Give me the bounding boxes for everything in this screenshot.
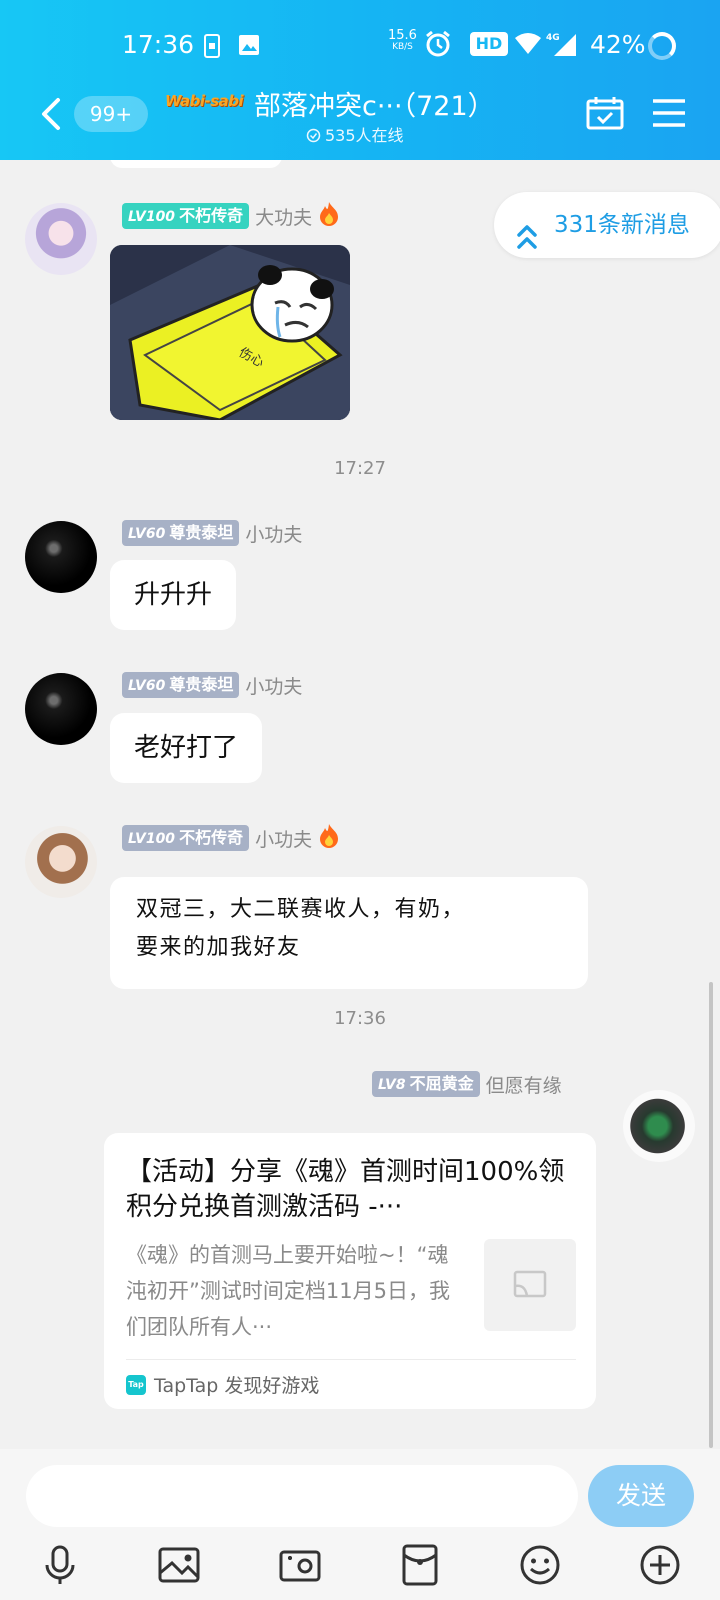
sender-meta: LV60 尊贵泰坦 小功夫	[122, 672, 302, 698]
level-badge: LV100 不朽传奇	[122, 825, 250, 851]
camera-icon[interactable]	[278, 1543, 322, 1587]
net-speed: 15.6 KB/S	[388, 28, 417, 52]
card-description: 《魂》的首测马上要开始啦~！“魂沌初开”测试时间定档11月5日，我们团队所有人·…	[126, 1243, 450, 1339]
level-badge: LV8 不屈黄金	[372, 1071, 480, 1097]
avatar[interactable]	[25, 521, 97, 593]
header: 17:36 15.6 KB/S HD 4G 42% 99+ Wabi-sabi …	[0, 0, 720, 160]
sender-nickname[interactable]: 小功夫	[255, 825, 312, 852]
card-source: Tap TapTap 发现好游戏	[126, 1371, 319, 1398]
message-bubble[interactable]: 老好打了	[110, 713, 263, 783]
message-input[interactable]	[26, 1465, 578, 1527]
status-time: 17:36	[122, 30, 195, 59]
back-icon[interactable]	[38, 96, 64, 132]
taptap-logo: Tap	[126, 1374, 146, 1395]
gallery-icon	[238, 34, 260, 60]
unread-count-badge[interactable]: 99+	[74, 96, 148, 132]
alarm-icon	[424, 30, 452, 62]
divider	[126, 1359, 576, 1360]
hd-badge: HD	[470, 32, 508, 56]
sender-nickname[interactable]: 但愿有缘	[486, 1071, 562, 1098]
new-messages-button[interactable]: 331条新消息	[494, 192, 720, 258]
avatar[interactable]	[25, 203, 97, 275]
wifi-icon	[514, 32, 542, 60]
sender-nickname[interactable]: 小功夫	[245, 672, 302, 699]
plus-icon[interactable]	[638, 1543, 682, 1587]
card-title: 【活动】分享《魂》首测时间100%领积分兑换首测激活码 -···	[126, 1157, 565, 1222]
red-packet-icon[interactable]	[398, 1543, 442, 1587]
image-icon[interactable]	[157, 1543, 201, 1587]
avatar[interactable]	[623, 1090, 695, 1162]
timestamp: 17:36	[334, 1008, 386, 1029]
online-count: 535人在线	[306, 122, 404, 147]
card-thumbnail	[484, 1239, 576, 1331]
sim-icon	[204, 34, 220, 62]
level-badge: LV60 尊贵泰坦	[122, 520, 240, 546]
level-badge: LV60 尊贵泰坦	[122, 672, 240, 698]
timestamp: 17:27	[334, 458, 386, 479]
sender-meta: LV8 不屈黄金 但愿有缘	[372, 1071, 562, 1097]
send-button[interactable]: 发送	[588, 1465, 694, 1527]
avatar[interactable]	[25, 826, 97, 898]
battery-percent: 42%	[590, 30, 646, 59]
sender-meta: LV60 尊贵泰坦 小功夫	[122, 520, 302, 546]
mic-icon[interactable]	[38, 1543, 82, 1587]
level-badge: LV100 不朽传奇	[122, 203, 250, 229]
sender-nickname[interactable]: 小功夫	[245, 520, 302, 547]
avatar[interactable]	[25, 673, 97, 745]
emoji-icon[interactable]	[518, 1543, 562, 1587]
menu-icon[interactable]	[652, 98, 686, 132]
message-line: 双冠三，大二联赛收人，有奶，	[136, 897, 466, 922]
message-line: 要来的加我好友	[136, 935, 301, 960]
chat-area[interactable]: 331条新消息 LV100 不朽传奇 大功夫 伤心 17:27 LV60 尊贵泰坦 …	[0, 160, 720, 1449]
status-bar: 17:36 15.6 KB/S HD 4G 42%	[0, 28, 720, 64]
sender-nickname[interactable]: 大功夫	[255, 203, 312, 230]
svg-text:4G: 4G	[546, 33, 560, 43]
sender-meta: LV100 不朽传奇 大功夫	[122, 201, 340, 231]
signal-icon: 4G	[546, 30, 578, 62]
group-logo: Wabi-sabi	[165, 92, 244, 110]
group-title[interactable]: 部落冲突c···（721）	[254, 84, 495, 123]
input-bar: 发送	[0, 1449, 720, 1600]
sticker-image[interactable]: 伤心	[110, 245, 350, 420]
online-icon	[306, 128, 321, 147]
flame-icon	[318, 201, 340, 231]
flame-icon	[318, 823, 340, 853]
calendar-icon[interactable]	[586, 96, 624, 134]
sender-meta: LV100 不朽传奇 小功夫	[122, 823, 340, 853]
message-bubble[interactable]: 双冠三，大二联赛收人，有奶， 要来的加我好友	[110, 877, 588, 989]
link-card[interactable]: 【活动】分享《魂》首测时间100%领积分兑换首测激活码 -··· 《魂》的首测马…	[104, 1133, 596, 1409]
message-bubble[interactable]: 升升升	[110, 560, 237, 630]
battery-ring-icon	[648, 32, 676, 60]
image-placeholder-icon	[513, 1270, 547, 1298]
previous-message-bubble	[110, 160, 282, 168]
double-chevron-up-icon	[516, 211, 538, 277]
scrollbar[interactable]	[709, 982, 713, 1448]
